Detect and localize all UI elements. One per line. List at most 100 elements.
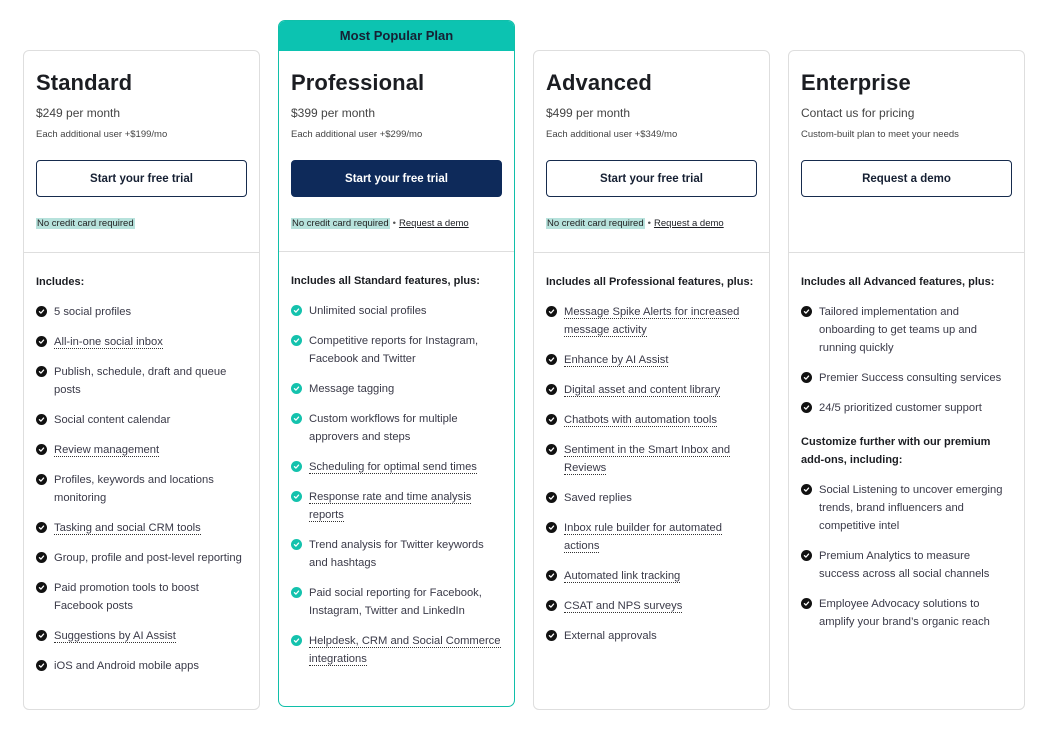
feature-list: Message Spike Alerts for increased messa… — [546, 303, 757, 645]
check-circle-icon — [291, 539, 302, 550]
feature-text: Saved replies — [564, 492, 632, 504]
feature-item: Tailored implementation and onboarding t… — [801, 303, 1012, 357]
feature-text: Social Listening to uncover emerging tre… — [819, 484, 1003, 532]
feature-item[interactable]: Inbox rule builder for automated actions — [546, 519, 757, 555]
feature-tooltip-text[interactable]: Chatbots with automation tools — [564, 414, 717, 427]
check-circle-icon — [546, 630, 557, 641]
feature-tooltip-text[interactable]: All-in-one social inbox — [54, 336, 163, 349]
feature-tooltip-text[interactable]: Enhance by AI Assist — [564, 354, 669, 367]
feature-tooltip-text[interactable]: Helpdesk, CRM and Social Commerce integr… — [309, 635, 501, 666]
check-circle-icon — [36, 474, 47, 485]
feature-item: Social content calendar — [36, 411, 247, 429]
feature-item[interactable]: All-in-one social inbox — [36, 333, 247, 351]
feature-item: Paid promotion tools to boost Facebook p… — [36, 579, 247, 615]
feature-item: 5 social profiles — [36, 303, 247, 321]
feature-item[interactable]: Message Spike Alerts for increased messa… — [546, 303, 757, 339]
plan-name: Enterprise — [801, 70, 911, 95]
plan-name: Advanced — [546, 70, 652, 95]
request-demo-button[interactable]: Request a demo — [801, 160, 1012, 197]
feature-tooltip-text[interactable]: Tasking and social CRM tools — [54, 522, 201, 535]
feature-tooltip-text[interactable]: Sentiment in the Smart Inbox and Reviews — [564, 444, 731, 475]
feature-item: iOS and Android mobile apps — [36, 657, 247, 675]
feature-text: Trend analysis for Twitter keywords and … — [309, 539, 484, 569]
feature-text: 5 social profiles — [54, 306, 132, 318]
fine-print: No credit card required — [36, 217, 247, 231]
feature-item: Custom workflows for multiple approvers … — [291, 410, 502, 446]
check-circle-icon — [36, 660, 47, 671]
separator-dot: • — [392, 218, 396, 229]
check-circle-icon — [291, 335, 302, 346]
start-free-trial-button[interactable]: Start your free trial — [36, 160, 247, 197]
feature-item[interactable]: Digital asset and content library — [546, 381, 757, 399]
no-credit-card-note: No credit card required — [291, 218, 390, 229]
plan-header: Advanced $499 per month Each additional … — [534, 51, 769, 253]
feature-text: Paid promotion tools to boost Facebook p… — [54, 582, 199, 612]
no-credit-card-note: No credit card required — [546, 218, 645, 229]
feature-tooltip-text[interactable]: Response rate and time analysis reports — [309, 491, 472, 522]
pricing-plans: Standard $249 per month Each additional … — [23, 20, 1025, 710]
feature-item: Employee Advocacy solutions to amplify y… — [801, 595, 1012, 631]
plan-price: Contact us for pricing — [801, 106, 915, 120]
feature-item: 24/5 prioritized customer support — [801, 399, 1012, 417]
check-circle-icon — [801, 306, 812, 317]
feature-tooltip-text[interactable]: Automated link tracking — [564, 570, 681, 583]
feature-item[interactable]: Helpdesk, CRM and Social Commerce integr… — [291, 632, 502, 668]
feature-item[interactable]: Chatbots with automation tools — [546, 411, 757, 429]
feature-text: Profiles, keywords and locations monitor… — [54, 474, 214, 504]
feature-tooltip-text[interactable]: Suggestions by AI Assist — [54, 630, 176, 643]
feature-text: Custom workflows for multiple approvers … — [309, 413, 458, 443]
check-circle-icon — [291, 461, 302, 472]
feature-tooltip-text[interactable]: CSAT and NPS surveys — [564, 600, 683, 613]
feature-text: iOS and Android mobile apps — [54, 660, 199, 672]
plan-price: $399 per month — [291, 106, 376, 120]
feature-item[interactable]: Tasking and social CRM tools — [36, 519, 247, 537]
feature-item[interactable]: CSAT and NPS surveys — [546, 597, 757, 615]
fine-print: No credit card required • Request a demo — [546, 217, 757, 231]
feature-text: Employee Advocacy solutions to amplify y… — [819, 598, 990, 628]
plan-features: Includes all Professional features, plus… — [534, 253, 769, 645]
request-demo-link[interactable]: Request a demo — [654, 218, 724, 229]
feature-tooltip-text[interactable]: Digital asset and content library — [564, 384, 721, 397]
plan-features: Includes: 5 social profiles All-in-one so… — [24, 253, 259, 675]
feature-list: 5 social profiles All-in-one social inbox… — [36, 303, 247, 675]
check-circle-icon — [546, 522, 557, 533]
plan-description: Custom-built plan to meet your needs — [801, 129, 959, 140]
feature-item[interactable]: Response rate and time analysis reports — [291, 488, 502, 524]
feature-text: Unlimited social profiles — [309, 305, 427, 317]
feature-item: Publish, schedule, draft and queue posts — [36, 363, 247, 399]
start-free-trial-button[interactable]: Start your free trial — [546, 160, 757, 197]
plan-additional-user-price: Each additional user +$199/mo — [36, 129, 168, 140]
check-circle-icon — [546, 384, 557, 395]
feature-tooltip-text[interactable]: Scheduling for optimal send times — [309, 461, 477, 474]
feature-item: Competitive reports for Instagram, Faceb… — [291, 332, 502, 368]
feature-item[interactable]: Scheduling for optimal send times — [291, 458, 502, 476]
feature-item: Trend analysis for Twitter keywords and … — [291, 536, 502, 572]
separator-dot: • — [647, 218, 651, 229]
check-circle-icon — [36, 552, 47, 563]
check-circle-icon — [291, 305, 302, 316]
plan-features: Includes all Standard features, plus: Un… — [279, 252, 514, 668]
request-demo-link[interactable]: Request a demo — [399, 218, 469, 229]
feature-item[interactable]: Review management — [36, 441, 247, 459]
check-circle-icon — [546, 570, 557, 581]
feature-item[interactable]: Enhance by AI Assist — [546, 351, 757, 369]
feature-item: Social Listening to uncover emerging tre… — [801, 481, 1012, 535]
feature-item[interactable]: Sentiment in the Smart Inbox and Reviews — [546, 441, 757, 477]
feature-tooltip-text[interactable]: Review management — [54, 444, 160, 457]
feature-item[interactable]: Automated link tracking — [546, 567, 757, 585]
no-credit-card-note: No credit card required — [36, 218, 135, 229]
start-free-trial-button[interactable]: Start your free trial — [291, 160, 502, 197]
feature-tooltip-text[interactable]: Message Spike Alerts for increased messa… — [564, 306, 740, 337]
feature-tooltip-text[interactable]: Inbox rule builder for automated actions — [564, 522, 722, 553]
fine-print: No credit card required • Request a demo — [291, 217, 502, 231]
plan-header: Enterprise Contact us for pricing Custom… — [789, 51, 1024, 253]
plan-card-professional: Most Popular Plan Professional $399 per … — [278, 20, 515, 707]
plan-card-advanced: Advanced $499 per month Each additional … — [533, 50, 770, 710]
feature-item: Profiles, keywords and locations monitor… — [36, 471, 247, 507]
check-circle-icon — [36, 306, 47, 317]
plan-header: Standard $249 per month Each additional … — [24, 51, 259, 253]
check-circle-icon — [801, 402, 812, 413]
plan-name: Professional — [291, 70, 425, 95]
check-circle-icon — [36, 444, 47, 455]
feature-item[interactable]: Suggestions by AI Assist — [36, 627, 247, 645]
